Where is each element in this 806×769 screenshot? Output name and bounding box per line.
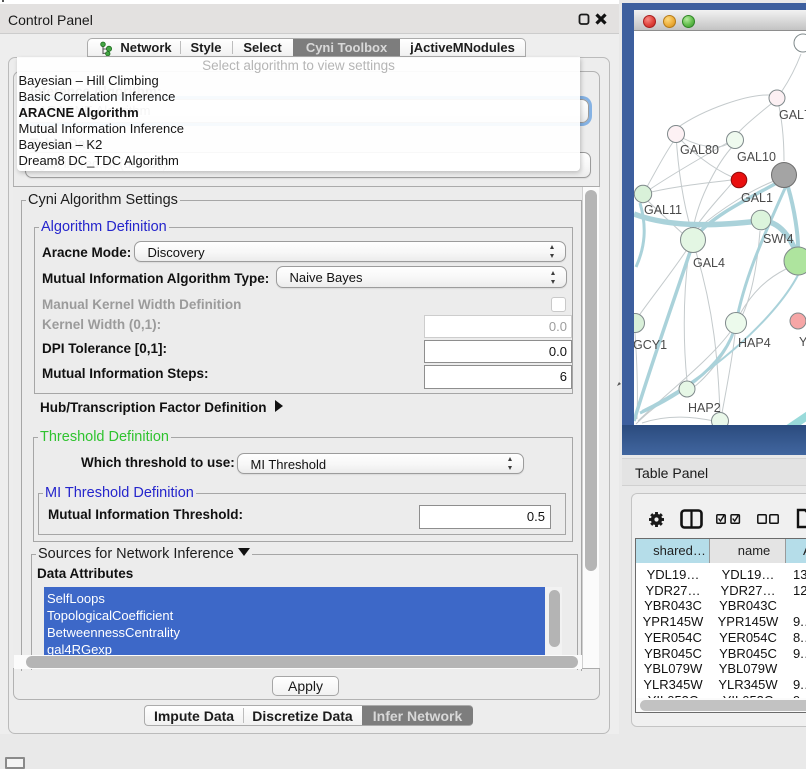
svg-text:SWI4: SWI4 — [763, 232, 794, 246]
svg-text:GAL80: GAL80 — [680, 143, 719, 157]
svg-text:GAL10: GAL10 — [737, 150, 776, 164]
svg-text:GAL11: GAL11 — [644, 203, 682, 217]
svg-text:HAP2: HAP2 — [688, 401, 721, 415]
svg-text:GAL1: GAL1 — [741, 191, 773, 205]
svg-text:GAL4: GAL4 — [693, 256, 725, 270]
svg-text:GCY1: GCY1 — [634, 338, 667, 352]
svg-text:YMR: YMR — [799, 335, 806, 349]
svg-text:HAP4: HAP4 — [738, 336, 771, 350]
svg-text:GAL7: GAL7 — [779, 108, 806, 122]
